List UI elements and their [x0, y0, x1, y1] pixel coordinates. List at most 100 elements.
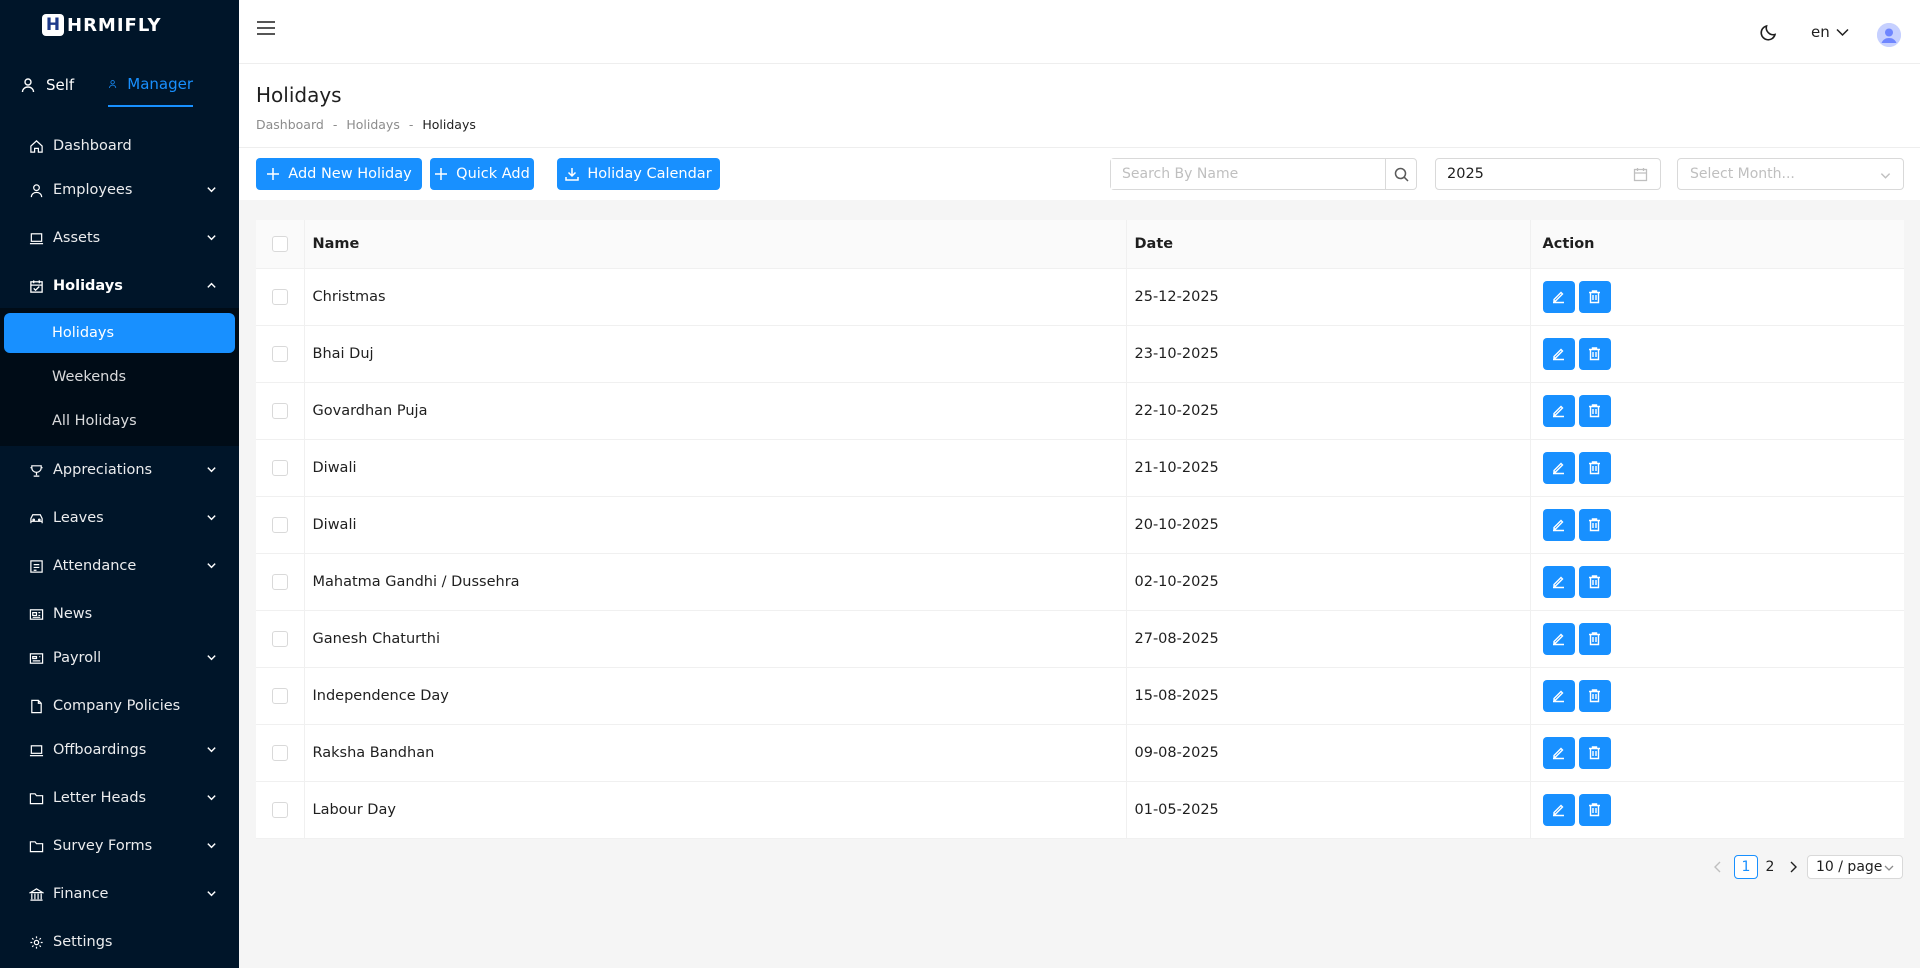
file-icon: [28, 698, 44, 714]
delete-button[interactable]: [1578, 508, 1611, 541]
holiday-name: Labour Day: [304, 781, 1127, 839]
language-selector[interactable]: en: [1811, 23, 1849, 41]
add-new-holiday-button[interactable]: Add New Holiday: [256, 158, 422, 190]
chevron-left-icon[interactable]: [1710, 859, 1726, 875]
sidebar-item-label: News: [53, 606, 93, 622]
sidebar-item-settings[interactable]: Settings: [0, 922, 239, 962]
select-all-checkbox[interactable]: [271, 235, 288, 252]
delete-button[interactable]: [1578, 565, 1611, 598]
sidebar-item-company-policies[interactable]: Company Policies: [0, 686, 239, 726]
edit-button[interactable]: [1542, 565, 1575, 598]
chevron-down-icon: [1884, 865, 1894, 871]
search-button[interactable]: [1386, 159, 1416, 189]
row-checkbox[interactable]: [271, 687, 288, 704]
holiday-name: Ganesh Chaturthi: [304, 610, 1127, 668]
edit-button[interactable]: [1542, 451, 1575, 484]
page-button-2[interactable]: 2: [1758, 855, 1782, 879]
form-icon: [28, 558, 44, 574]
delete-button[interactable]: [1578, 679, 1611, 712]
sidebar-item-label: Leaves: [53, 510, 104, 526]
submenu-item-holidays[interactable]: Holidays: [4, 313, 235, 353]
edit-button[interactable]: [1542, 793, 1575, 826]
delete-button[interactable]: [1578, 337, 1611, 370]
table-body: Christmas 25-12-2025 Bhai Duj 23-10-2025 Gov…: [256, 268, 1904, 839]
delete-button[interactable]: [1578, 280, 1611, 313]
year-picker[interactable]: 2025: [1435, 158, 1661, 190]
edit-button[interactable]: [1542, 508, 1575, 541]
edit-button[interactable]: [1542, 337, 1575, 370]
avatar[interactable]: [1877, 23, 1901, 47]
holiday-calendar-button[interactable]: Holiday Calendar: [557, 158, 720, 190]
sidebar-item-appreciations[interactable]: Appreciations: [0, 450, 239, 490]
row-checkbox[interactable]: [271, 459, 288, 476]
sidebar-item-payroll[interactable]: Payroll: [0, 638, 239, 678]
breadcrumb-holidays[interactable]: Holidays: [346, 117, 400, 132]
submenu-item-all-holidays[interactable]: All Holidays: [0, 401, 239, 441]
logo[interactable]: H HRMIFLY: [42, 14, 162, 36]
delete-button[interactable]: [1578, 736, 1611, 769]
row-actions: [1530, 325, 1904, 383]
sidebar-item-offboardings[interactable]: Offboardings: [0, 730, 239, 770]
quick-add-button[interactable]: Quick Add: [430, 158, 534, 190]
edit-button[interactable]: [1542, 280, 1575, 313]
row-checkbox[interactable]: [271, 801, 288, 818]
trophy-icon: [28, 462, 44, 478]
search-icon: [1394, 167, 1409, 182]
row-checkbox[interactable]: [271, 744, 288, 761]
chevron-right-icon[interactable]: [1785, 859, 1801, 875]
sidebar-item-survey-forms[interactable]: Survey Forms: [0, 826, 239, 866]
sidebar-item-finance[interactable]: Finance: [0, 874, 239, 914]
search-input[interactable]: [1111, 159, 1386, 189]
month-select[interactable]: Select Month...: [1677, 158, 1904, 190]
row-checkbox[interactable]: [271, 630, 288, 647]
delete-button[interactable]: [1578, 622, 1611, 655]
menu-toggle-icon[interactable]: [257, 20, 275, 36]
language-label: en: [1811, 23, 1830, 41]
sidebar-item-assets[interactable]: Assets: [0, 218, 239, 258]
breadcrumb-dashboard[interactable]: Dashboard: [256, 117, 324, 132]
delete-button[interactable]: [1578, 394, 1611, 427]
column-header-name[interactable]: Name: [304, 220, 1127, 269]
page-button-1[interactable]: 1: [1734, 855, 1758, 879]
holiday-name: Diwali: [304, 439, 1127, 497]
delete-button[interactable]: [1578, 793, 1611, 826]
role-tab-self[interactable]: Self: [20, 62, 74, 108]
trash-icon: [1589, 575, 1600, 589]
home-icon: [28, 138, 44, 154]
submenu-item-label: All Holidays: [52, 413, 137, 429]
edit-button[interactable]: [1542, 736, 1575, 769]
role-tab-manager[interactable]: Manager: [108, 62, 193, 107]
page-size-select[interactable]: 10 / page: [1807, 855, 1903, 879]
row-checkbox[interactable]: [271, 573, 288, 590]
edit-icon: [1553, 348, 1564, 361]
row-checkbox[interactable]: [271, 345, 288, 362]
table-row: Christmas 25-12-2025: [256, 268, 1904, 326]
edit-button[interactable]: [1542, 622, 1575, 655]
download-icon: [565, 168, 580, 181]
holiday-name: Mahatma Gandhi / Dussehra: [304, 553, 1127, 611]
row-checkbox[interactable]: [271, 288, 288, 305]
sidebar-item-letter-heads[interactable]: Letter Heads: [0, 778, 239, 818]
edit-icon: [1553, 519, 1564, 532]
sidebar-item-leaves[interactable]: Leaves: [0, 498, 239, 538]
moon-icon[interactable]: [1759, 22, 1779, 42]
sidebar-item-news[interactable]: News: [0, 594, 239, 634]
sidebar-item-attendance[interactable]: Attendance: [0, 546, 239, 586]
trash-icon: [1589, 518, 1600, 532]
edit-icon: [1553, 633, 1564, 646]
chevron-down-icon: [207, 187, 216, 193]
column-header-date[interactable]: Date: [1126, 220, 1531, 269]
sidebar-item-employees[interactable]: Employees: [0, 170, 239, 210]
row-checkbox[interactable]: [271, 402, 288, 419]
sidebar-item-dashboard[interactable]: Dashboard: [0, 126, 239, 166]
edit-button[interactable]: [1542, 394, 1575, 427]
user-avatar-icon: [1877, 23, 1901, 47]
month-placeholder: Select Month...: [1690, 166, 1795, 182]
edit-button[interactable]: [1542, 679, 1575, 712]
user-icon: [109, 79, 117, 88]
delete-button[interactable]: [1578, 451, 1611, 484]
table-row: Bhai Duj 23-10-2025: [256, 325, 1904, 383]
sidebar-item-holidays[interactable]: Holidays: [0, 266, 239, 306]
submenu-item-weekends[interactable]: Weekends: [0, 357, 239, 397]
row-checkbox[interactable]: [271, 516, 288, 533]
